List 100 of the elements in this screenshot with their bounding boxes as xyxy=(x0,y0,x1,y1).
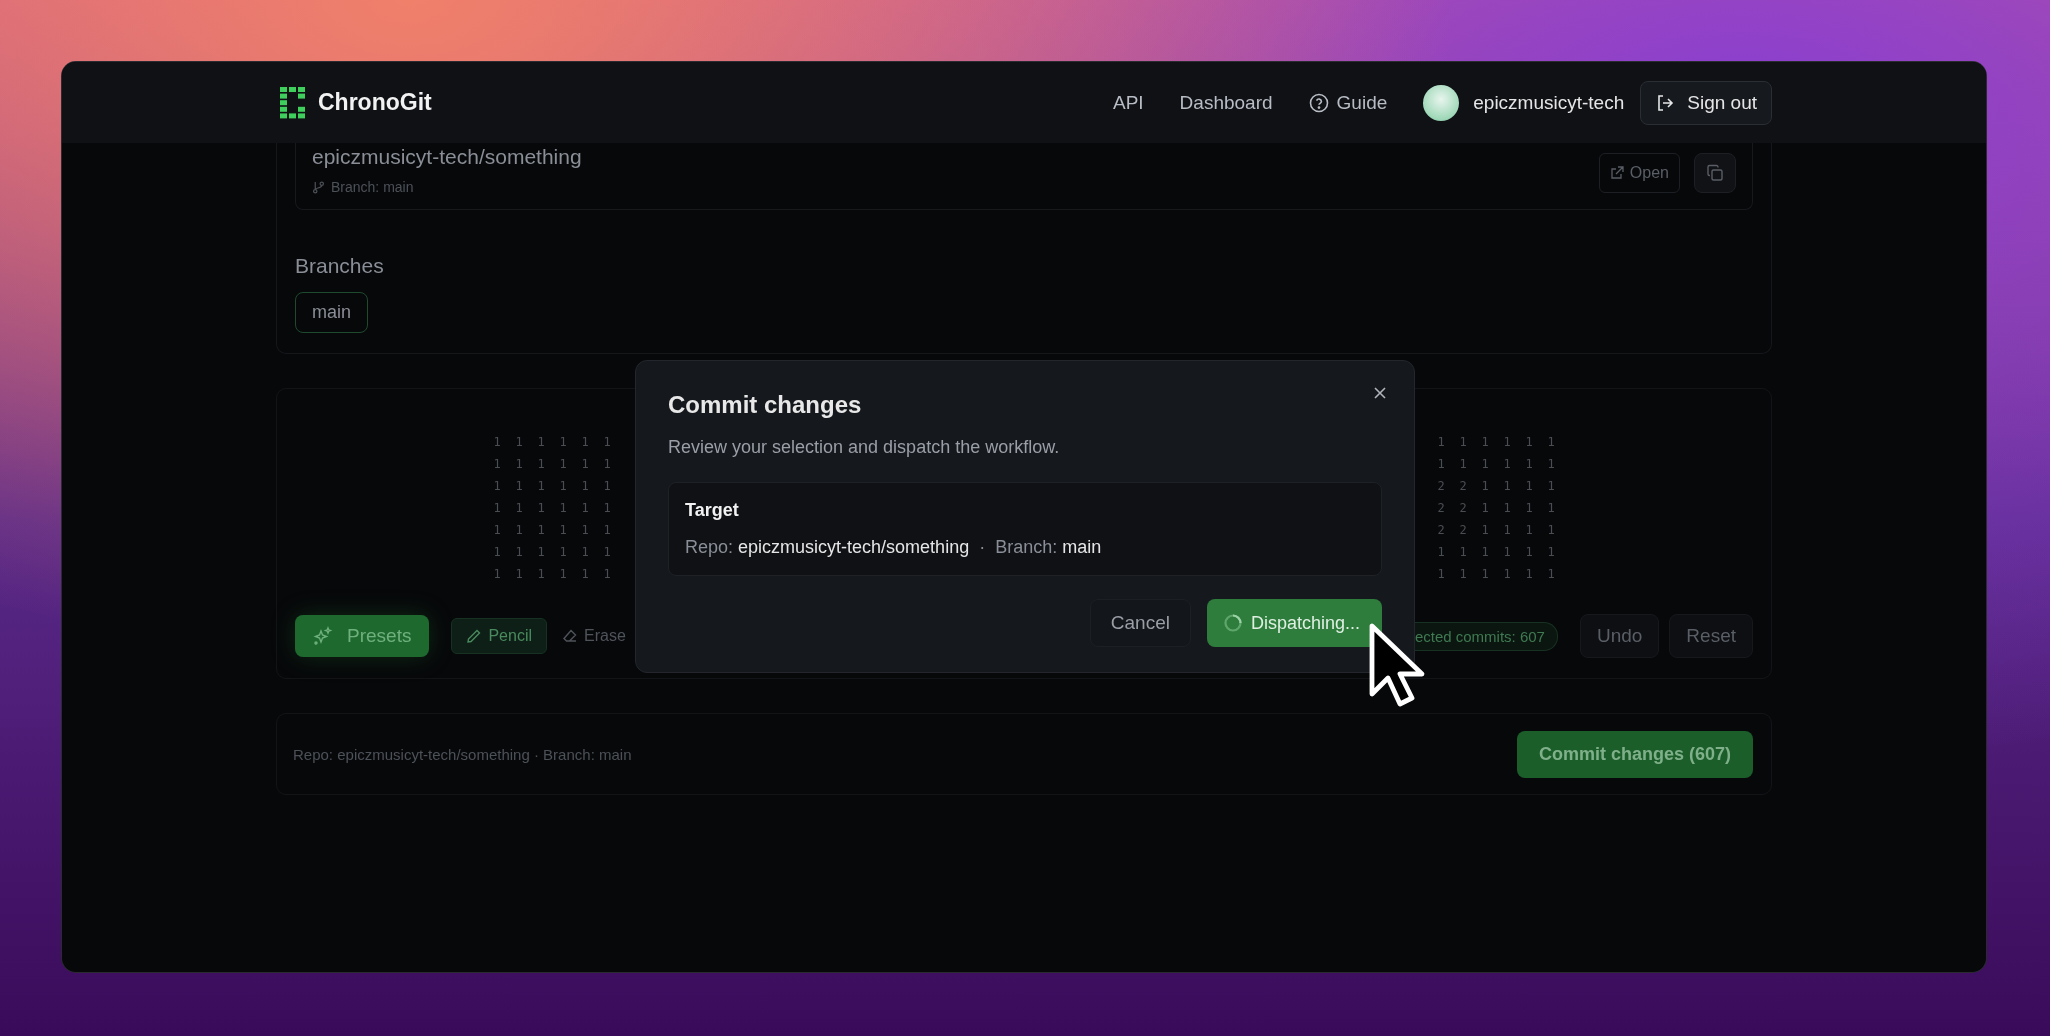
grid-cell[interactable]: 1 xyxy=(574,543,596,561)
grid-cell[interactable]: 1 xyxy=(1540,433,1562,451)
grid-cell[interactable]: 1 xyxy=(486,499,508,517)
grid-cell[interactable]: 1 xyxy=(574,433,596,451)
grid-cell[interactable]: 1 xyxy=(596,433,618,451)
grid-cell[interactable]: 1 xyxy=(508,521,530,539)
branch-chip[interactable]: main xyxy=(295,292,368,333)
reset-button[interactable]: Reset xyxy=(1669,614,1753,658)
grid-cell[interactable]: 1 xyxy=(552,477,574,495)
grid-cell[interactable]: 1 xyxy=(1430,433,1452,451)
grid-cell[interactable]: 1 xyxy=(508,455,530,473)
grid-cell[interactable]: 2 xyxy=(1452,499,1474,517)
undo-button[interactable]: Undo xyxy=(1579,614,1660,658)
grid-cell[interactable]: 1 xyxy=(486,455,508,473)
grid-cell[interactable]: 1 xyxy=(596,477,618,495)
grid-cell[interactable]: 1 xyxy=(1496,565,1518,583)
grid-cell[interactable]: 1 xyxy=(1496,455,1518,473)
grid-cell[interactable]: 1 xyxy=(574,521,596,539)
grid-cell[interactable]: 1 xyxy=(486,521,508,539)
grid-cell[interactable]: 1 xyxy=(1540,565,1562,583)
grid-cell[interactable]: 1 xyxy=(508,433,530,451)
cancel-button[interactable]: Cancel xyxy=(1089,599,1191,647)
grid-cell[interactable]: 1 xyxy=(1496,543,1518,561)
grid-cell[interactable]: 1 xyxy=(596,499,618,517)
grid-cell[interactable]: 1 xyxy=(530,433,552,451)
grid-cell[interactable]: 1 xyxy=(1474,455,1496,473)
open-button[interactable]: Open xyxy=(1598,153,1680,193)
grid-cell[interactable]: 1 xyxy=(552,433,574,451)
grid-cell[interactable]: 1 xyxy=(1540,477,1562,495)
grid-cell[interactable]: 1 xyxy=(1496,477,1518,495)
grid-cell[interactable]: 1 xyxy=(508,565,530,583)
grid-cell[interactable]: 1 xyxy=(486,565,508,583)
tool-button[interactable]: Erase xyxy=(547,618,641,654)
grid-cell[interactable]: 1 xyxy=(530,455,552,473)
grid-cell[interactable]: 1 xyxy=(1540,499,1562,517)
grid-cell[interactable]: 1 xyxy=(530,521,552,539)
grid-cell[interactable]: 1 xyxy=(530,565,552,583)
grid-cell[interactable]: 1 xyxy=(486,477,508,495)
grid-cell[interactable]: 1 xyxy=(1474,565,1496,583)
grid-cell[interactable]: 1 xyxy=(552,455,574,473)
grid-cell[interactable]: 1 xyxy=(1474,499,1496,517)
grid-cell[interactable]: 1 xyxy=(1496,433,1518,451)
grid-cell[interactable]: 1 xyxy=(574,565,596,583)
presets-button[interactable]: Presets xyxy=(295,615,430,657)
nav-link[interactable]: Dashboard xyxy=(1179,91,1273,114)
grid-cell[interactable]: 1 xyxy=(1518,477,1540,495)
grid-cell[interactable]: 1 xyxy=(574,477,596,495)
grid-cell[interactable]: 1 xyxy=(1518,543,1540,561)
grid-cell[interactable]: 1 xyxy=(1496,499,1518,517)
grid-cell[interactable]: 2 xyxy=(1430,499,1452,517)
grid-cell[interactable]: 1 xyxy=(552,565,574,583)
grid-cell[interactable]: 1 xyxy=(1474,521,1496,539)
grid-cell[interactable]: 1 xyxy=(1540,455,1562,473)
grid-cell[interactable]: 1 xyxy=(1452,543,1474,561)
sign-out-button[interactable]: Sign out xyxy=(1640,80,1772,125)
grid-cell[interactable]: 1 xyxy=(1540,543,1562,561)
guide-link[interactable]: Guide xyxy=(1308,91,1388,114)
grid-cell[interactable]: 1 xyxy=(1518,521,1540,539)
grid-cell[interactable]: 1 xyxy=(1474,543,1496,561)
grid-cell[interactable]: 1 xyxy=(1518,455,1540,473)
grid-cell[interactable]: 2 xyxy=(1452,521,1474,539)
grid-cell[interactable]: 2 xyxy=(1430,477,1452,495)
avatar[interactable] xyxy=(1423,84,1460,121)
nav-link[interactable]: API xyxy=(1113,91,1144,114)
grid-cell[interactable]: 1 xyxy=(1474,477,1496,495)
grid-cell[interactable]: 1 xyxy=(508,499,530,517)
tool-button[interactable]: Pencil xyxy=(451,618,547,654)
grid-cell[interactable]: 1 xyxy=(486,543,508,561)
grid-cell[interactable]: 1 xyxy=(530,543,552,561)
grid-cell[interactable]: 1 xyxy=(1430,455,1452,473)
grid-cell[interactable]: 1 xyxy=(1518,565,1540,583)
grid-cell[interactable]: 1 xyxy=(530,477,552,495)
grid-cell[interactable]: 1 xyxy=(596,455,618,473)
grid-cell[interactable]: 1 xyxy=(552,499,574,517)
grid-cell[interactable]: 1 xyxy=(1496,521,1518,539)
grid-cell[interactable]: 1 xyxy=(486,433,508,451)
grid-cell[interactable]: 1 xyxy=(596,543,618,561)
grid-cell[interactable]: 1 xyxy=(1518,499,1540,517)
grid-cell[interactable]: 1 xyxy=(552,521,574,539)
grid-cell[interactable]: 2 xyxy=(1452,477,1474,495)
grid-cell[interactable]: 1 xyxy=(552,543,574,561)
grid-cell[interactable]: 1 xyxy=(574,499,596,517)
grid-cell[interactable]: 1 xyxy=(1452,455,1474,473)
dispatch-button[interactable]: Dispatching... xyxy=(1206,599,1382,647)
grid-cell[interactable]: 1 xyxy=(508,477,530,495)
grid-cell[interactable]: 1 xyxy=(1540,521,1562,539)
grid-cell[interactable]: 1 xyxy=(1518,433,1540,451)
grid-cell[interactable]: 2 xyxy=(1430,521,1452,539)
grid-cell[interactable]: 1 xyxy=(574,455,596,473)
grid-cell[interactable]: 1 xyxy=(596,521,618,539)
commit-button[interactable]: Commit changes (607) xyxy=(1516,730,1753,778)
grid-cell[interactable]: 1 xyxy=(596,565,618,583)
grid-cell[interactable]: 1 xyxy=(530,499,552,517)
grid-cell[interactable]: 1 xyxy=(508,543,530,561)
grid-cell[interactable]: 1 xyxy=(1430,543,1452,561)
grid-cell[interactable]: 1 xyxy=(1452,565,1474,583)
grid-cell[interactable]: 1 xyxy=(1474,433,1496,451)
grid-cell[interactable]: 1 xyxy=(1452,433,1474,451)
dialog-title: Commit changes xyxy=(668,391,863,419)
grid-cell[interactable]: 1 xyxy=(1430,565,1452,583)
